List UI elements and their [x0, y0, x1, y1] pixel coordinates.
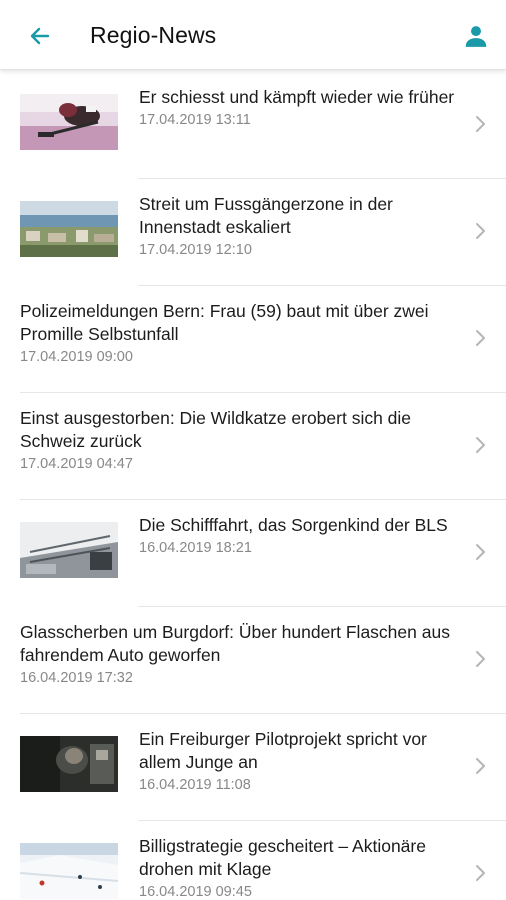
chevron-right-icon	[476, 865, 485, 881]
dark-interior-photo	[20, 736, 118, 792]
chevron-right-icon	[476, 330, 485, 346]
news-timestamp: 16.04.2019 18:21	[139, 540, 252, 556]
chevron-right-icon	[476, 116, 485, 132]
news-item[interactable]: Er schiesst und kämpft wieder wie früher…	[0, 72, 506, 179]
page-title: Regio-News	[90, 22, 217, 48]
news-headline: Polizeimeldungen Bern: Frau (59) baut mi…	[20, 301, 429, 344]
ski-slope-photo	[20, 843, 118, 899]
news-timestamp: 17.04.2019 13:11	[139, 112, 251, 128]
news-headline: Ein Freiburger Pilotprojekt spricht vor …	[139, 729, 427, 772]
chevron-right-icon	[476, 758, 485, 774]
news-item[interactable]: Einst ausgestorben: Die Wildkatze erober…	[0, 393, 506, 500]
news-item[interactable]: Ein Freiburger Pilotprojekt spricht vor …	[0, 714, 506, 821]
news-item[interactable]: Streit um Fussgängerzone in der Innensta…	[0, 179, 506, 286]
town-lake-photo	[20, 201, 118, 257]
news-timestamp: 16.04.2019 11:08	[139, 777, 251, 793]
news-thumbnail	[20, 843, 118, 899]
news-timestamp: 16.04.2019 09:45	[139, 884, 252, 900]
chevron-right-icon	[476, 437, 485, 453]
news-headline: Er schiesst und kämpft wieder wie früher	[139, 87, 455, 107]
news-headline: Billigstrategie gescheitert – Aktionäre …	[139, 836, 426, 879]
person-icon	[465, 26, 487, 47]
news-timestamp: 16.04.2019 17:32	[20, 670, 133, 686]
news-timestamp: 17.04.2019 04:47	[20, 456, 133, 472]
news-thumbnail	[20, 94, 118, 150]
news-thumbnail	[20, 522, 118, 578]
news-headline: Einst ausgestorben: Die Wildkatze erober…	[20, 408, 412, 451]
news-thumbnail	[20, 736, 118, 792]
ship-deck-photo	[20, 522, 118, 578]
news-headline: Streit um Fussgängerzone in der Innensta…	[139, 194, 393, 237]
news-item[interactable]: Billigstrategie gescheitert – Aktionäre …	[0, 821, 506, 900]
chevron-right-icon	[476, 223, 485, 239]
app-bar: Regio-News	[0, 0, 506, 70]
news-list: Er schiesst und kämpft wieder wie früher…	[0, 72, 506, 900]
arrow-left-icon	[30, 27, 50, 45]
chevron-right-icon	[476, 651, 485, 667]
news-timestamp: 17.04.2019 09:00	[20, 349, 133, 365]
news-headline: Die Schifffahrt, das Sorgenkind der BLS	[139, 515, 448, 535]
news-thumbnail	[20, 201, 118, 257]
news-timestamp: 17.04.2019 12:10	[139, 242, 252, 258]
news-item[interactable]: Glasscherben um Burgdorf: Über hundert F…	[0, 607, 506, 714]
news-headline: Glasscherben um Burgdorf: Über hundert F…	[20, 622, 450, 665]
news-item[interactable]: Die Schifffahrt, das Sorgenkind der BLS …	[0, 500, 506, 607]
profile-button[interactable]	[456, 18, 496, 54]
news-item[interactable]: Polizeimeldungen Bern: Frau (59) baut mi…	[0, 286, 506, 393]
ice-hockey-photo	[20, 94, 118, 150]
chevron-right-icon	[476, 544, 485, 560]
back-button[interactable]	[20, 20, 60, 52]
